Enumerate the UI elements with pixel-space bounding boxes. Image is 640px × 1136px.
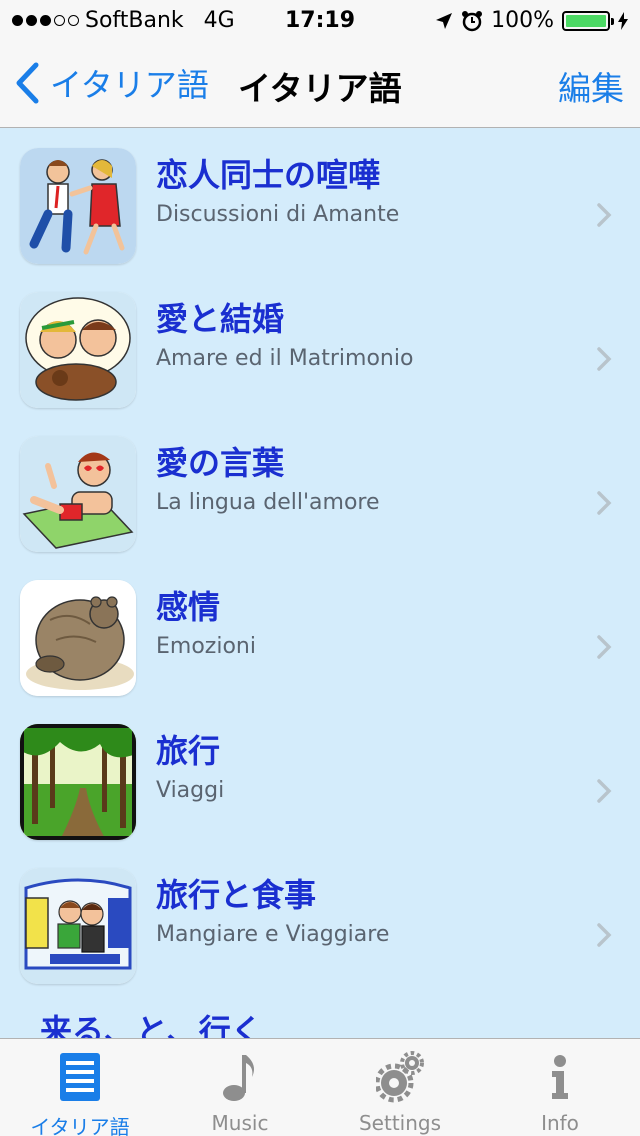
tab-italian[interactable]: イタリア語 [0, 1039, 160, 1136]
chevron-right-icon [597, 635, 612, 659]
couple-love-icon [20, 292, 136, 408]
chevron-right-icon [597, 203, 612, 227]
item-title: 愛の言葉 [156, 444, 285, 482]
item-title: 感情 [156, 588, 221, 626]
category-list: 恋人同士の喧嘩 Discussioni di Amante 愛と結婚 Amare… [0, 128, 640, 1038]
list-item[interactable]: 旅行と食事 Mangiare e Viaggiare [0, 848, 640, 992]
tab-label: Settings [358, 1111, 442, 1135]
chevron-right-icon [597, 923, 612, 947]
tab-music[interactable]: Music [160, 1039, 320, 1136]
list-icon [60, 1053, 100, 1101]
back-button[interactable]: イタリア語 [14, 60, 209, 106]
item-subtitle: Emozioni [156, 634, 256, 659]
item-title: 愛と結婚 [156, 300, 285, 338]
list-item[interactable]: 恋人同士の喧嘩 Discussioni di Amante [0, 128, 640, 272]
item-subtitle: La lingua dell'amore [156, 490, 380, 515]
info-icon [552, 1055, 568, 1099]
chevron-left-icon [16, 62, 39, 104]
tab-bar: イタリア語 Music Settings Info [0, 1038, 640, 1136]
list-item[interactable]: 愛と結婚 Amare ed il Matrimonio [0, 272, 640, 416]
couple-argument-icon [20, 148, 136, 264]
chevron-right-icon [597, 491, 612, 515]
status-right: 100% [435, 8, 628, 33]
item-subtitle: Viaggi [156, 778, 225, 803]
charging-bolt-icon [618, 11, 628, 30]
tab-label: イタリア語 [30, 1115, 130, 1136]
music-note-icon [223, 1055, 254, 1101]
chevron-right-icon [597, 779, 612, 803]
status-bar: SoftBank 4G 17:19 100% [0, 0, 640, 40]
item-title: 旅行と食事 [156, 876, 317, 914]
item-subtitle: Discussioni di Amante [156, 202, 400, 227]
gears-icon [376, 1051, 424, 1103]
item-subtitle: Mangiare e Viaggiare [156, 922, 390, 947]
forest-road-icon [20, 724, 136, 840]
edit-button[interactable]: 編集 [558, 62, 624, 110]
item-title: 恋人同士の喧嘩 [156, 156, 381, 194]
chevron-right-icon [597, 347, 612, 371]
partial-list-item-title[interactable]: 来る、と、行く [40, 1006, 263, 1038]
item-title: 旅行 [156, 732, 221, 770]
list-item[interactable]: 感情 Emozioni [0, 560, 640, 704]
list-item[interactable]: 旅行 Viaggi [0, 704, 640, 848]
back-button-label: イタリア語 [50, 66, 209, 104]
tab-label: Info [541, 1111, 579, 1135]
tab-settings[interactable]: Settings [320, 1039, 480, 1136]
sad-bear-icon [20, 580, 136, 696]
tab-label: Music [211, 1111, 269, 1135]
location-arrow-icon [436, 12, 453, 29]
page-title: イタリア語 [238, 69, 402, 108]
lovestruck-man-icon [20, 436, 136, 552]
list-item[interactable]: 愛の言葉 La lingua dell'amore [0, 416, 640, 560]
navigation-bar: イタリア語 イタリア語 編集 [0, 40, 640, 128]
alarm-clock-icon [462, 10, 483, 31]
train-travelers-icon [20, 868, 136, 984]
battery-percent: 100% [491, 8, 554, 33]
tab-info[interactable]: Info [480, 1039, 640, 1136]
item-subtitle: Amare ed il Matrimonio [156, 346, 414, 371]
battery-icon [562, 10, 614, 31]
